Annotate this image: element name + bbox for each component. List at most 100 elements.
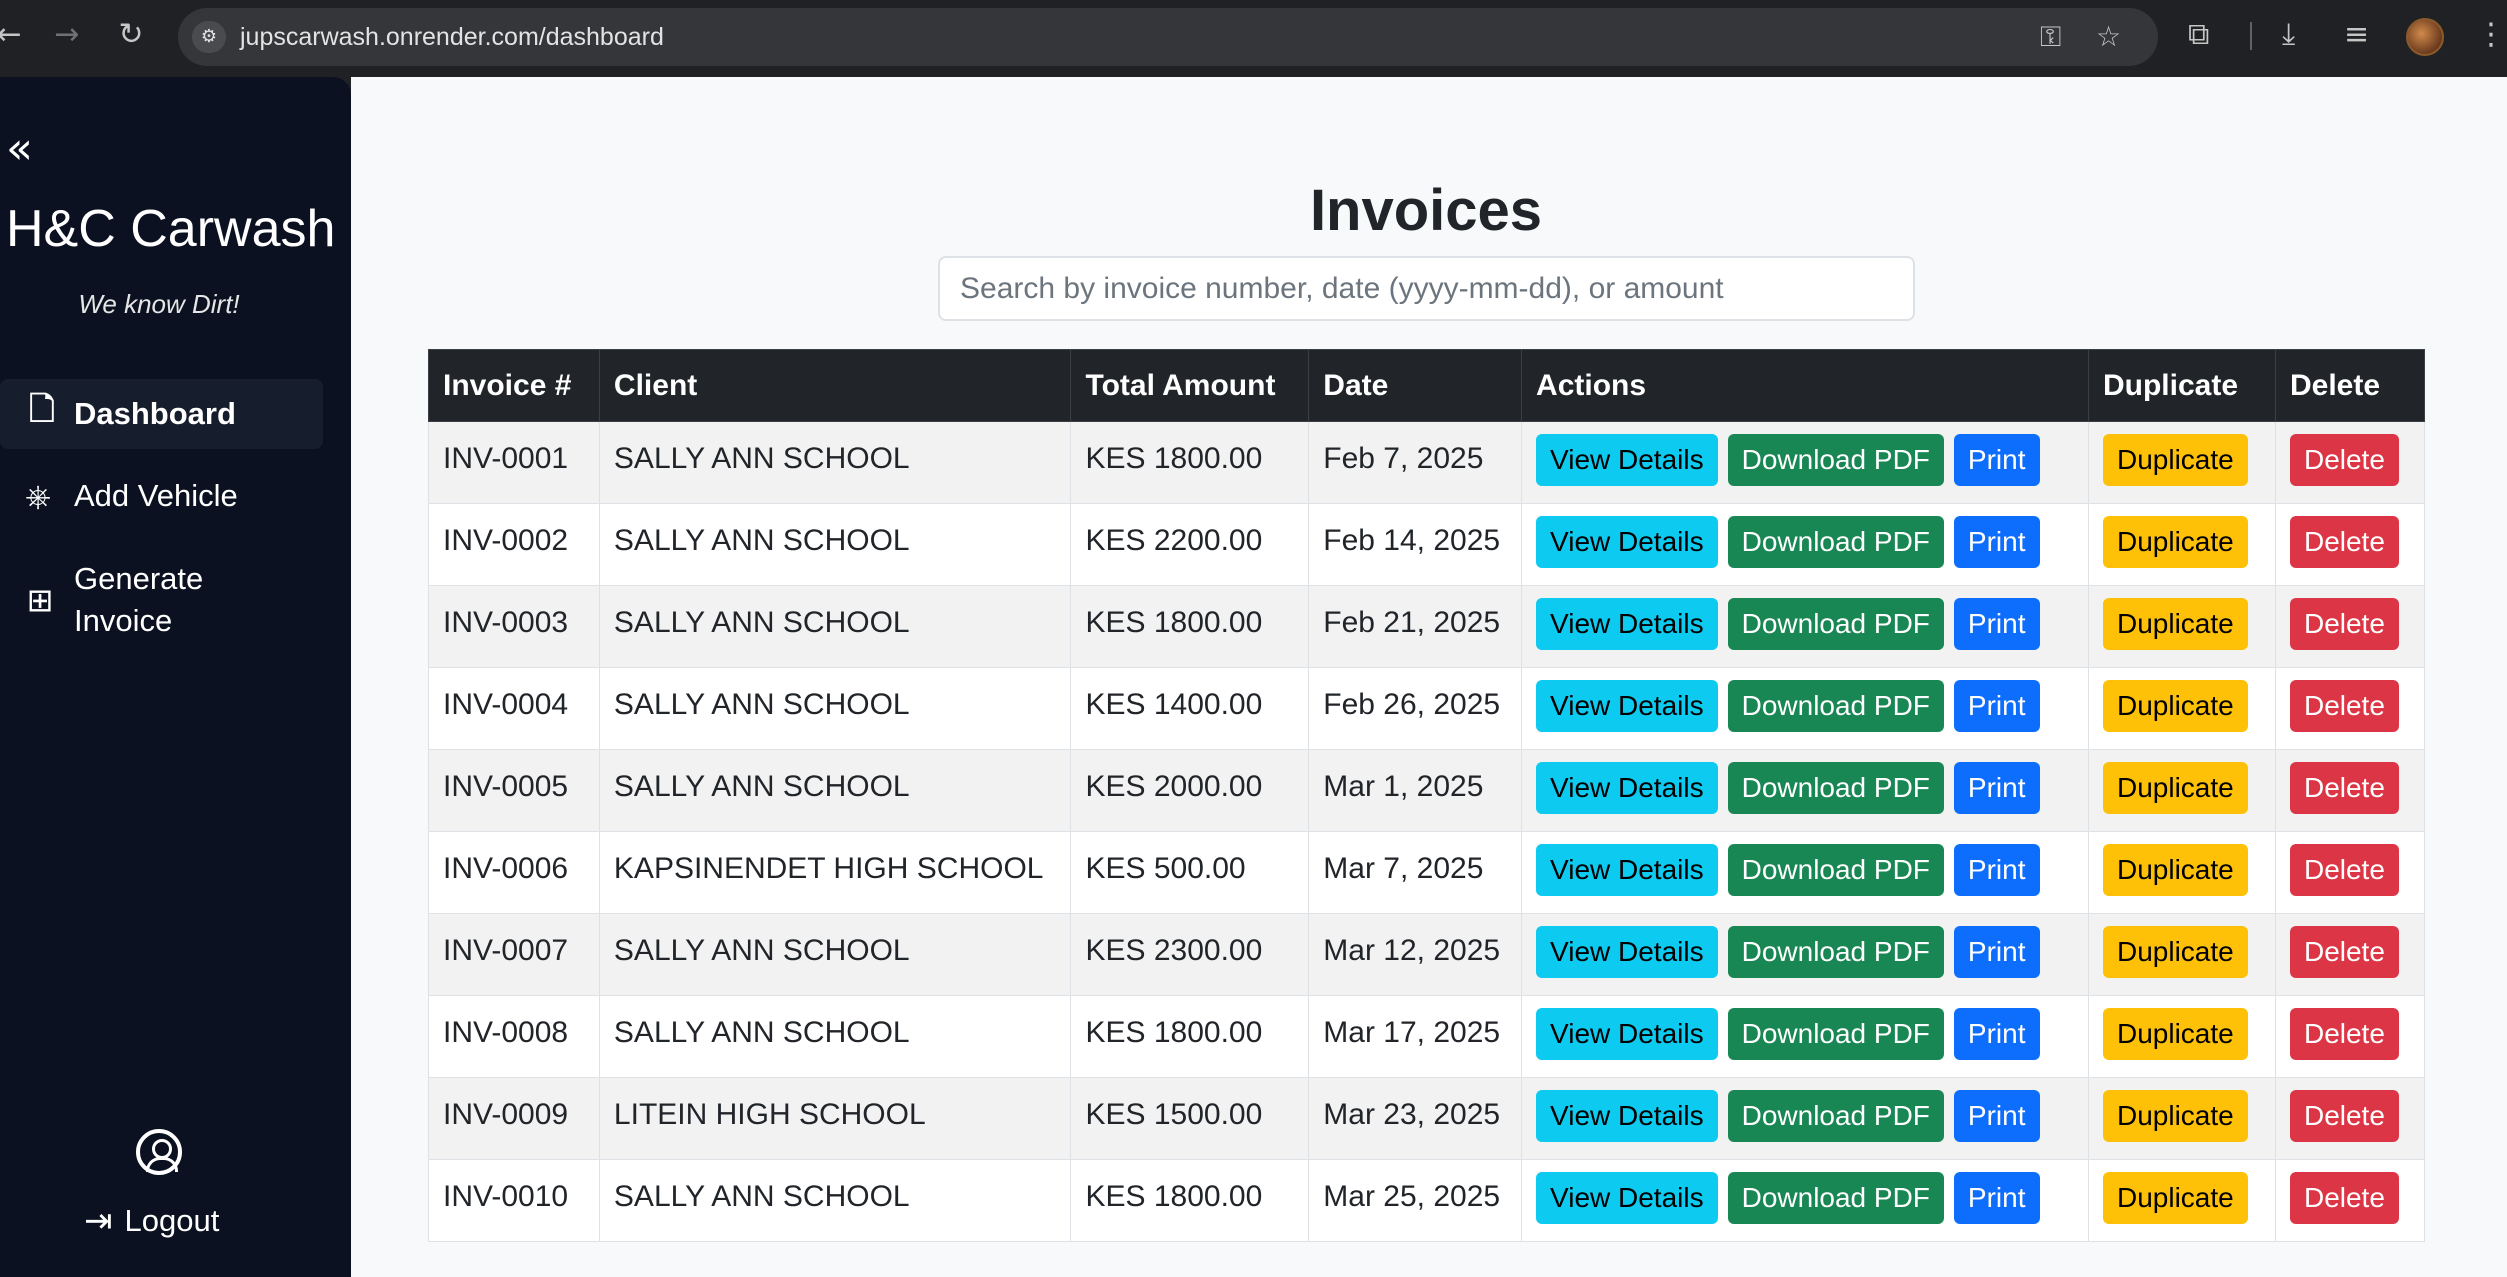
duplicate-button[interactable]: Duplicate xyxy=(2102,844,2248,896)
table-row: INV-0003 SALLY ANN SCHOOL KES 1800.00 Feb 2… xyxy=(428,585,2426,668)
cell-total-amount: KES 1400.00 xyxy=(1070,667,1310,750)
delete-button[interactable]: Delete xyxy=(2289,680,2399,732)
media-control-icon[interactable]: ≡ xyxy=(2344,18,2369,52)
duplicate-button[interactable]: Duplicate xyxy=(2102,598,2248,650)
bookmark-star-icon[interactable]: ☆ xyxy=(2096,21,2121,53)
delete-button[interactable]: Delete xyxy=(2289,598,2399,650)
url-text[interactable]: jupscarwash.onrender.com/dashboard xyxy=(240,23,664,52)
download-pdf-button[interactable]: Download PDF xyxy=(1727,516,1944,568)
print-button[interactable]: Print xyxy=(1953,1172,2040,1224)
cell-total-amount: KES 2300.00 xyxy=(1070,913,1310,996)
duplicate-button[interactable]: Duplicate xyxy=(2102,516,2248,568)
menu-icon[interactable]: ⋮ xyxy=(2476,18,2506,52)
duplicate-button[interactable]: Duplicate xyxy=(2102,762,2248,814)
column-header-client: Client xyxy=(598,349,1072,422)
view-details-button[interactable]: View Details xyxy=(1536,926,1718,978)
cell-client: SALLY ANN SCHOOL xyxy=(598,749,1072,832)
profile-avatar-icon[interactable] xyxy=(2406,18,2444,56)
download-pdf-button[interactable]: Download PDF xyxy=(1727,1172,1944,1224)
column-header-actions: Actions xyxy=(1521,349,2089,422)
brand-tagline: We know Dirt! xyxy=(78,289,240,319)
address-bar[interactable]: ⚙ jupscarwash.onrender.com/dashboard ⚿ ☆ xyxy=(178,8,2158,66)
view-details-button[interactable]: View Details xyxy=(1536,516,1718,568)
sidebar-item-label: Add Vehicle xyxy=(74,478,238,513)
view-details-button[interactable]: View Details xyxy=(1536,1172,1718,1224)
print-button[interactable]: Print xyxy=(1953,1090,2040,1142)
table-row: INV-0004 SALLY ANN SCHOOL KES 1400.00 Feb 2… xyxy=(428,667,2426,750)
download-pdf-button[interactable]: Download PDF xyxy=(1727,762,1944,814)
print-button[interactable]: Print xyxy=(1953,516,2040,568)
delete-button[interactable]: Delete xyxy=(2289,844,2399,896)
download-icon[interactable]: ⤓ xyxy=(2282,18,2295,52)
search-input[interactable] xyxy=(938,256,1915,321)
delete-button[interactable]: Delete xyxy=(2289,434,2399,486)
table-row: INV-0009 LITEIN HIGH SCHOOL KES 1500.00 Mar… xyxy=(428,1077,2426,1160)
collapse-sidebar-icon[interactable]: « xyxy=(6,127,33,171)
site-settings-icon[interactable]: ⚙ xyxy=(192,21,226,53)
print-button[interactable]: Print xyxy=(1953,844,2040,896)
cell-total-amount: KES 500.00 xyxy=(1070,831,1310,914)
sidebar-item-generate-invoice[interactable]: ⊞ Generate Invoice xyxy=(0,555,323,645)
view-details-button[interactable]: View Details xyxy=(1536,434,1718,486)
cell-total-amount: KES 2000.00 xyxy=(1070,749,1310,832)
delete-button[interactable]: Delete xyxy=(2289,1090,2399,1142)
download-pdf-button[interactable]: Download PDF xyxy=(1727,926,1944,978)
print-button[interactable]: Print xyxy=(1953,598,2040,650)
logout-button[interactable]: ⇥ Logout xyxy=(84,1201,219,1241)
duplicate-button[interactable]: Duplicate xyxy=(2102,926,2248,978)
table-row: INV-0010 SALLY ANN SCHOOL KES 1800.00 Mar 2… xyxy=(428,1159,2426,1242)
view-details-button[interactable]: View Details xyxy=(1536,1008,1718,1060)
delete-button[interactable]: Delete xyxy=(2289,1008,2399,1060)
view-details-button[interactable]: View Details xyxy=(1536,1090,1718,1142)
delete-button[interactable]: Delete xyxy=(2289,762,2399,814)
cell-client: SALLY ANN SCHOOL xyxy=(598,667,1072,750)
cell-delete: Delete xyxy=(2274,913,2426,996)
cell-actions: View Details Download PDF Print xyxy=(1521,1159,2089,1242)
download-pdf-button[interactable]: Download PDF xyxy=(1727,844,1944,896)
toolbar-divider xyxy=(2250,22,2252,50)
download-pdf-button[interactable]: Download PDF xyxy=(1727,1090,1944,1142)
download-pdf-button[interactable]: Download PDF xyxy=(1727,680,1944,732)
duplicate-button[interactable]: Duplicate xyxy=(2102,434,2248,486)
column-header-total-amount: Total Amount xyxy=(1070,349,1310,422)
cell-total-amount: KES 1800.00 xyxy=(1070,421,1310,504)
view-details-button[interactable]: View Details xyxy=(1536,762,1718,814)
print-button[interactable]: Print xyxy=(1953,680,2040,732)
download-pdf-button[interactable]: Download PDF xyxy=(1727,1008,1944,1060)
cell-delete: Delete xyxy=(2274,995,2426,1078)
print-button[interactable]: Print xyxy=(1953,762,2040,814)
steering-wheel-icon: ⎈ xyxy=(25,476,51,515)
reload-icon[interactable]: ↻ xyxy=(114,18,148,52)
column-header-invoice: Invoice # xyxy=(428,349,600,422)
forward-icon[interactable]: → xyxy=(50,18,84,52)
column-header-date: Date xyxy=(1308,349,1523,422)
sidebar-item-dashboard[interactable]: 🗋 Dashboard xyxy=(0,379,323,449)
table-row: INV-0005 SALLY ANN SCHOOL KES 2000.00 Mar 1… xyxy=(428,749,2426,832)
duplicate-button[interactable]: Duplicate xyxy=(2102,1090,2248,1142)
view-details-button[interactable]: View Details xyxy=(1536,598,1718,650)
print-button[interactable]: Print xyxy=(1953,434,2040,486)
back-icon[interactable]: ← xyxy=(0,18,26,52)
delete-button[interactable]: Delete xyxy=(2289,926,2399,978)
download-pdf-button[interactable]: Download PDF xyxy=(1727,598,1944,650)
view-details-button[interactable]: View Details xyxy=(1536,680,1718,732)
user-profile-icon[interactable] xyxy=(136,1129,182,1175)
view-details-button[interactable]: View Details xyxy=(1536,844,1718,896)
cell-invoice-number: INV-0009 xyxy=(428,1077,600,1160)
extensions-icon[interactable]: ⧉ xyxy=(2188,18,2209,52)
delete-button[interactable]: Delete xyxy=(2289,516,2399,568)
print-button[interactable]: Print xyxy=(1953,926,2040,978)
duplicate-button[interactable]: Duplicate xyxy=(2102,1008,2248,1060)
cell-total-amount: KES 1800.00 xyxy=(1070,1159,1310,1242)
cell-duplicate: Duplicate xyxy=(2087,667,2276,750)
password-key-icon[interactable]: ⚿ xyxy=(2040,21,2061,53)
print-button[interactable]: Print xyxy=(1953,1008,2040,1060)
download-pdf-button[interactable]: Download PDF xyxy=(1727,434,1944,486)
delete-button[interactable]: Delete xyxy=(2289,1172,2399,1224)
duplicate-button[interactable]: Duplicate xyxy=(2102,680,2248,732)
sidebar-item-add-vehicle[interactable]: ⎈ Add Vehicle xyxy=(0,461,323,531)
cell-actions: View Details Download PDF Print xyxy=(1521,831,2089,914)
duplicate-button[interactable]: Duplicate xyxy=(2102,1172,2248,1224)
column-header-delete: Delete xyxy=(2274,349,2426,422)
cell-delete: Delete xyxy=(2274,749,2426,832)
